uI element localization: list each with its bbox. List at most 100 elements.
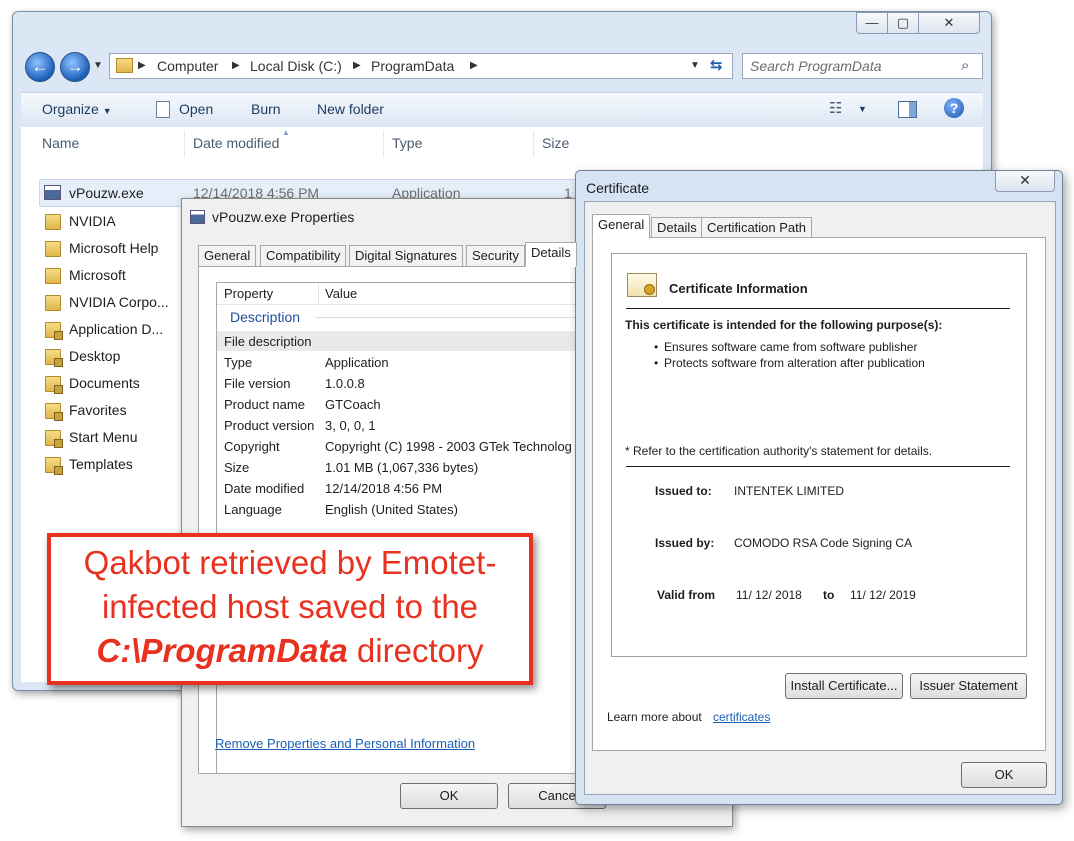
column-name[interactable]: Name <box>42 135 79 151</box>
command-bar: Organize ▼ Open Burn New folder ☷ ▼ ? <box>21 92 983 128</box>
tab-compatibility[interactable]: Compatibility <box>260 245 347 267</box>
locked-folder-icon <box>45 349 63 367</box>
annotation-callout: Qakbot retrieved by Emotet- infected hos… <box>47 533 533 685</box>
row-value: 1.0.0.8 <box>325 376 365 391</box>
folder-icon <box>45 268 61 284</box>
locked-folder-icon <box>45 457 63 475</box>
certificate-dialog: Certificate ✕ General Details Certificat… <box>575 170 1063 805</box>
lock-icon <box>54 439 63 448</box>
address-bar[interactable]: ▶ Computer ▶ Local Disk (C:) ▶ ProgramDa… <box>109 53 733 79</box>
locked-folder-icon <box>45 430 63 448</box>
locked-folder-icon <box>45 403 63 421</box>
column-divider <box>184 131 185 157</box>
exe-file-icon <box>44 185 61 200</box>
tab-details[interactable]: Details <box>651 217 703 239</box>
search-input[interactable]: Search ProgramData <box>750 58 882 74</box>
locked-folder-icon <box>45 376 63 394</box>
breadcrumb-programdata[interactable]: ProgramData <box>371 58 454 74</box>
ok-button[interactable]: OK <box>400 783 498 809</box>
chevron-right-icon: ▶ <box>353 60 361 71</box>
tab-details[interactable]: Details <box>525 242 577 267</box>
row-key: Product version <box>224 418 315 433</box>
column-date-modified[interactable]: Date modified <box>193 135 279 151</box>
certificate-body: General Details Certification Path Certi… <box>584 201 1056 795</box>
new-folder-button[interactable]: New folder <box>317 101 384 117</box>
row-value: Copyright (C) 1998 - 2003 GTek Technolog <box>325 439 572 454</box>
back-icon[interactable]: ← <box>25 52 55 82</box>
folder-name: NVIDIA <box>69 213 116 229</box>
certificate-info-box: Certificate Information This certificate… <box>611 253 1027 657</box>
minimize-button[interactable]: — <box>856 12 888 34</box>
section-heading: Description <box>230 309 301 325</box>
remove-properties-link[interactable]: Remove Properties and Personal Informati… <box>215 736 475 751</box>
issued-to-value: INTENTEK LIMITED <box>734 484 845 498</box>
tab-general[interactable]: General <box>592 214 651 239</box>
close-button[interactable]: ✕ <box>918 12 980 34</box>
seal-icon <box>644 284 655 295</box>
folder-icon <box>45 214 61 230</box>
divider <box>626 466 1010 467</box>
folder-name: Templates <box>69 456 133 472</box>
refresh-icon[interactable]: ⇆ <box>710 56 723 74</box>
burn-button[interactable]: Burn <box>251 101 281 117</box>
valid-to-value: 11/ 12/ 2019 <box>850 588 916 602</box>
refer-note: * Refer to the certification authority's… <box>625 444 933 458</box>
recent-pages-chevron-icon[interactable]: ▼ <box>93 60 103 71</box>
certificates-link[interactable]: certificates <box>713 710 770 724</box>
general-panel: Certificate Information This certificate… <box>592 237 1046 751</box>
address-dropdown-icon[interactable]: ▼ <box>690 60 700 71</box>
issuer-statement-button[interactable]: Issuer Statement <box>910 673 1027 699</box>
tab-digital-signatures[interactable]: Digital Signatures <box>349 245 463 267</box>
ok-button[interactable]: OK <box>961 762 1047 788</box>
chevron-right-icon: ▶ <box>470 60 478 71</box>
purpose-heading: This certificate is intended for the fol… <box>625 318 943 332</box>
row-key: Date modified <box>224 481 305 496</box>
tab-general[interactable]: General <box>198 245 257 267</box>
row-key: File description <box>224 334 312 349</box>
view-options-icon[interactable]: ☷ <box>829 99 842 117</box>
organize-button[interactable]: Organize ▼ <box>42 101 112 117</box>
sort-arrow-icon: ▲ <box>282 128 290 137</box>
info-title: Certificate Information <box>669 281 808 296</box>
bullet: • <box>654 340 659 354</box>
open-button[interactable]: Open <box>179 101 213 117</box>
column-divider <box>383 131 384 157</box>
row-value: English (United States) <box>325 502 458 517</box>
exe-file-icon <box>190 210 205 224</box>
chevron-right-icon: ▶ <box>232 60 240 71</box>
folder-name: Start Menu <box>69 429 138 445</box>
tab-certification-path[interactable]: Certification Path <box>701 217 812 239</box>
breadcrumb-local-disk[interactable]: Local Disk (C:) <box>250 58 342 74</box>
column-type[interactable]: Type <box>392 135 422 151</box>
header-property[interactable]: Property <box>224 286 273 301</box>
close-button[interactable]: ✕ <box>995 171 1055 192</box>
file-name: vPouzw.exe <box>69 185 144 201</box>
folder-icon <box>45 241 61 257</box>
lock-icon <box>54 358 63 367</box>
forward-icon[interactable]: → <box>60 52 90 82</box>
maximize-button[interactable]: ▢ <box>887 12 919 34</box>
header-value[interactable]: Value <box>325 286 357 301</box>
valid-from-label: Valid from <box>657 588 716 602</box>
column-divider <box>318 283 319 304</box>
install-certificate-button[interactable]: Install Certificate... <box>785 673 903 699</box>
help-icon[interactable]: ? <box>944 98 964 118</box>
certificate-icon <box>627 273 657 297</box>
bullet: • <box>654 356 659 370</box>
purpose-item: Ensures software came from software publ… <box>664 340 918 354</box>
dialog-title: Certificate <box>586 180 650 196</box>
tab-security[interactable]: Security <box>466 245 525 267</box>
learn-more-text: Learn more about <box>607 710 702 724</box>
preview-pane-icon[interactable] <box>898 101 917 118</box>
folder-name: Desktop <box>69 348 121 364</box>
issued-to-label: Issued to: <box>655 484 712 498</box>
search-icon[interactable]: ⌕ <box>961 57 969 74</box>
column-size[interactable]: Size <box>542 135 569 151</box>
row-value: Application <box>325 355 389 370</box>
row-value: GTCoach <box>325 397 381 412</box>
valid-to-label: to <box>823 588 835 602</box>
breadcrumb-computer[interactable]: Computer <box>157 58 218 74</box>
chevron-down-icon[interactable]: ▼ <box>858 104 867 114</box>
chevron-down-icon: ▼ <box>102 106 112 116</box>
search-box[interactable]: Search ProgramData ⌕ <box>742 53 983 79</box>
